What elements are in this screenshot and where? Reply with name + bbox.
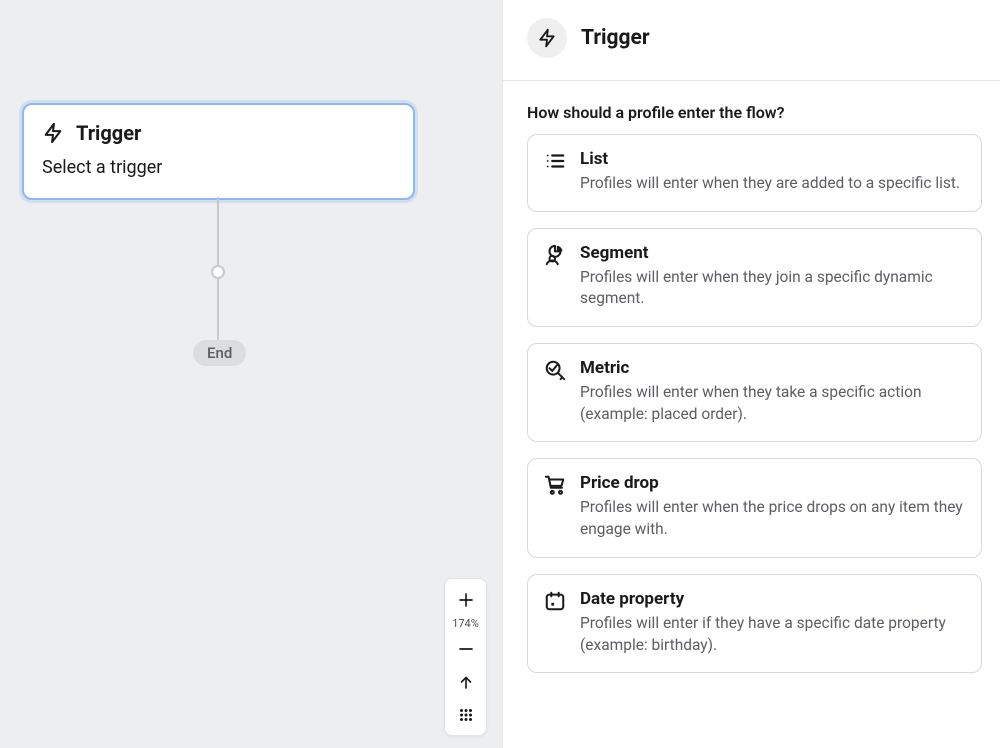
trigger-option-metric[interactable]: Metric Profiles will enter when they tak… (527, 343, 982, 442)
option-desc: Profiles will enter if they have a speci… (580, 613, 965, 656)
trigger-prompt-label: How should a profile enter the flow? (527, 103, 982, 122)
flow-canvas[interactable]: Trigger Select a trigger End 174% (0, 0, 502, 748)
option-title: Price drop (580, 473, 965, 493)
segment-icon (544, 243, 568, 310)
cart-icon (544, 473, 568, 540)
trigger-option-date-property[interactable]: Date property Profiles will enter if the… (527, 574, 982, 673)
option-text-wrap: Price drop Profiles will enter when the … (580, 473, 965, 540)
metric-icon (544, 358, 568, 425)
minimap-button[interactable] (448, 698, 484, 731)
option-desc: Profiles will enter when they join a spe… (580, 267, 965, 310)
flow-connector-dot[interactable] (211, 265, 225, 279)
trigger-node[interactable]: Trigger Select a trigger (22, 103, 415, 200)
list-icon (544, 149, 568, 195)
reset-view-button[interactable] (448, 665, 484, 698)
calendar-icon (544, 589, 568, 656)
zoom-level-label: 174% (452, 616, 479, 632)
option-text-wrap: List Profiles will enter when they are a… (580, 149, 965, 195)
zoom-out-button[interactable] (448, 632, 484, 665)
option-title: Date property (580, 589, 965, 609)
option-text-wrap: Metric Profiles will enter when they tak… (580, 358, 965, 425)
bolt-icon (527, 18, 567, 58)
trigger-option-list[interactable]: List Profiles will enter when they are a… (527, 134, 982, 212)
trigger-option-price-drop[interactable]: Price drop Profiles will enter when the … (527, 458, 982, 557)
zoom-in-button[interactable] (448, 583, 484, 616)
option-title: List (580, 149, 965, 169)
trigger-node-subtitle: Select a trigger (42, 157, 395, 178)
flow-end-badge: End (193, 340, 246, 366)
side-panel-body: How should a profile enter the flow? Lis… (503, 81, 1000, 748)
zoom-toolbar: 174% (444, 578, 487, 736)
option-text-wrap: Date property Profiles will enter if the… (580, 589, 965, 656)
side-panel-title: Trigger (581, 26, 650, 50)
side-panel-header: Trigger (503, 0, 1000, 81)
option-title: Segment (580, 243, 965, 263)
option-title: Metric (580, 358, 965, 378)
trigger-node-title: Trigger (76, 121, 141, 145)
option-desc: Profiles will enter when the price drops… (580, 497, 965, 540)
option-desc: Profiles will enter when they are added … (580, 173, 965, 195)
trigger-option-segment[interactable]: Segment Profiles will enter when they jo… (527, 228, 982, 327)
trigger-side-panel: Trigger How should a profile enter the f… (502, 0, 1000, 748)
bolt-icon (42, 122, 64, 144)
option-desc: Profiles will enter when they take a spe… (580, 382, 965, 425)
trigger-node-header: Trigger (42, 121, 395, 145)
option-text-wrap: Segment Profiles will enter when they jo… (580, 243, 965, 310)
